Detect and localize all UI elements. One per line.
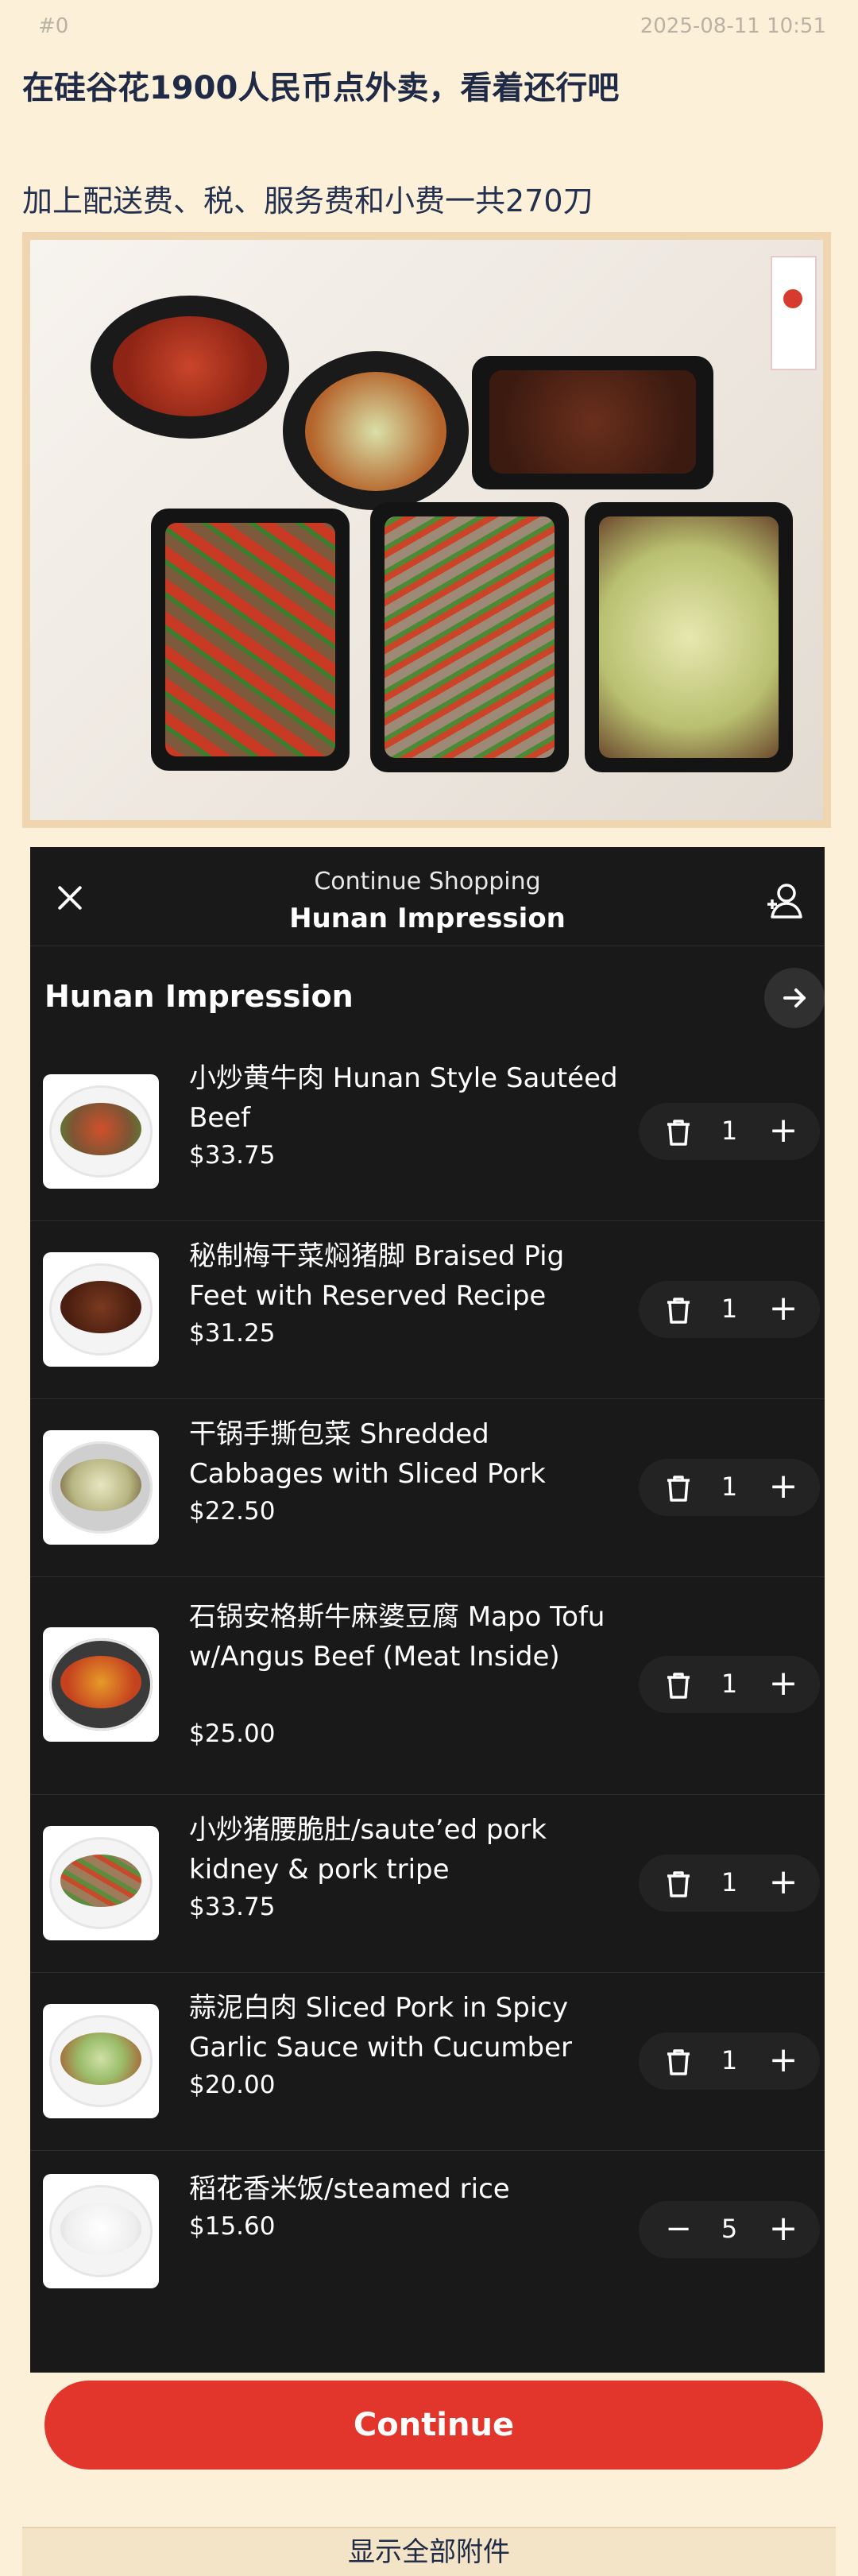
plus-button[interactable]: + [767, 1468, 799, 1505]
post-body: 加上配送费、税、服务费和小费一共270刀 [22, 184, 593, 219]
item-name: 小炒黄牛肉 Hunan Style Sautéed Beef [189, 1062, 618, 1134]
pig-feet-food [489, 370, 696, 474]
continue-button[interactable]: Continue [44, 2381, 823, 2470]
item-quantity: 1 [721, 1867, 738, 1897]
quantity-stepper[interactable]: − 5 + [639, 2201, 820, 2258]
post-meta: #0 2025-08-11 10:51 [38, 14, 834, 46]
cart-item: 小炒黄牛肉 Hunan Style Sautéed Beef $33.75 1 … [30, 1042, 825, 1221]
item-quantity: 1 [721, 1472, 738, 1502]
item-quantity: 5 [721, 2214, 738, 2244]
quantity-stepper[interactable]: 1 + [639, 1281, 820, 1338]
food-photo-image [30, 240, 823, 820]
item-name: 干锅手撕包菜 Shredded Cabbages with Sliced Por… [189, 1418, 546, 1490]
item-quantity: 1 [721, 1116, 738, 1146]
show-attachments-button[interactable]: 显示全部附件 [22, 2527, 836, 2576]
item-name: 稻花香米饭/steamed rice [189, 2173, 510, 2205]
item-thumbnail [43, 1826, 159, 1940]
cart-item: 石锅安格斯牛麻婆豆腐 Mapo Tofu w/Angus Beef (Meat … [30, 1576, 825, 1795]
trash-icon[interactable] [663, 1670, 694, 1700]
post-title: 在硅谷花1900人民币点外卖，看着还行吧 [22, 70, 620, 106]
item-quantity: 1 [721, 1294, 738, 1324]
plus-button[interactable]: + [767, 2042, 799, 2079]
plus-button[interactable]: + [767, 1290, 799, 1327]
cart-bottom [30, 2349, 825, 2373]
item-thumbnail [43, 1252, 159, 1367]
item-thumbnail [43, 1430, 159, 1545]
cart-header: Continue Shopping Hunan Impression [30, 847, 825, 946]
takeout-box [771, 256, 817, 370]
plus-button[interactable]: + [767, 2210, 799, 2247]
item-price: $22.50 [189, 1497, 276, 1526]
trash-icon[interactable] [663, 1473, 694, 1503]
add-person-icon[interactable] [764, 880, 806, 922]
plus-button[interactable]: + [767, 1112, 799, 1149]
cart-item: 蒜泥白肉 Sliced Pork in Spicy Garlic Sauce w… [30, 1972, 825, 2151]
cart-item: 干锅手撕包菜 Shredded Cabbages with Sliced Por… [30, 1398, 825, 1577]
store-arrow-button[interactable] [764, 968, 825, 1028]
garlic-pork-food [305, 372, 446, 491]
quantity-stepper[interactable]: 1 + [639, 1656, 820, 1713]
quantity-stepper[interactable]: 1 + [639, 1855, 820, 1912]
food-photo[interactable] [22, 232, 831, 828]
cart-screen: Continue Shopping Hunan Impression Hunan… [30, 847, 825, 2373]
item-thumbnail [43, 1074, 159, 1189]
post-index: #0 [38, 14, 69, 38]
quantity-stepper[interactable]: 1 + [639, 1103, 820, 1160]
cart-item: 秘制梅干菜焖猪脚 Braised Pig Feet with Reserved … [30, 1220, 825, 1399]
item-price: $25.00 [189, 1719, 276, 1748]
item-quantity: 1 [721, 1669, 738, 1699]
item-thumbnail [43, 2004, 159, 2118]
item-name: 石锅安格斯牛麻婆豆腐 Mapo Tofu w/Angus Beef (Meat … [189, 1601, 605, 1673]
item-price: $33.75 [189, 1141, 276, 1170]
cabbage-food [599, 516, 779, 758]
post-timestamp: 2025-08-11 10:51 [640, 14, 826, 38]
item-price: $31.25 [189, 1319, 276, 1348]
item-name: 小炒猪腰脆肚/saute’ed pork kidney & pork tripe [189, 1814, 547, 1886]
cart-item: 小炒猪腰脆肚/saute’ed pork kidney & pork tripe… [30, 1794, 825, 1973]
cart-item: 稻花香米饭/steamed rice $15.60 − 5 + [30, 2150, 825, 2341]
quantity-stepper[interactable]: 1 + [639, 2033, 820, 2090]
item-thumbnail [43, 1627, 159, 1742]
trash-icon[interactable] [663, 2047, 694, 2077]
quantity-stepper[interactable]: 1 + [639, 1459, 820, 1516]
trash-icon[interactable] [663, 1117, 694, 1147]
arrow-right-icon [783, 988, 806, 1008]
mapo-tofu-food [113, 316, 267, 416]
beef-food [165, 523, 335, 756]
item-quantity: 1 [721, 2045, 738, 2075]
item-price: $33.75 [189, 1893, 276, 1921]
minus-button[interactable]: − [663, 2213, 694, 2245]
header-title: Hunan Impression [289, 903, 566, 934]
item-name: 秘制梅干菜焖猪脚 Braised Pig Feet with Reserved … [189, 1240, 565, 1312]
store-row: Hunan Impression [44, 963, 825, 1028]
item-price: $15.60 [189, 2212, 276, 2241]
header-subtitle: Continue Shopping [314, 868, 541, 895]
item-price: $20.00 [189, 2071, 276, 2099]
store-name: Hunan Impression [44, 979, 354, 1014]
plus-button[interactable]: + [767, 1864, 799, 1901]
kidney-food [385, 516, 555, 758]
trash-icon[interactable] [663, 1869, 694, 1899]
trash-icon[interactable] [663, 1295, 694, 1325]
plus-button[interactable]: + [767, 1665, 799, 1702]
item-thumbnail [43, 2174, 159, 2288]
item-name: 蒜泥白肉 Sliced Pork in Spicy Garlic Sauce w… [189, 1992, 573, 2064]
